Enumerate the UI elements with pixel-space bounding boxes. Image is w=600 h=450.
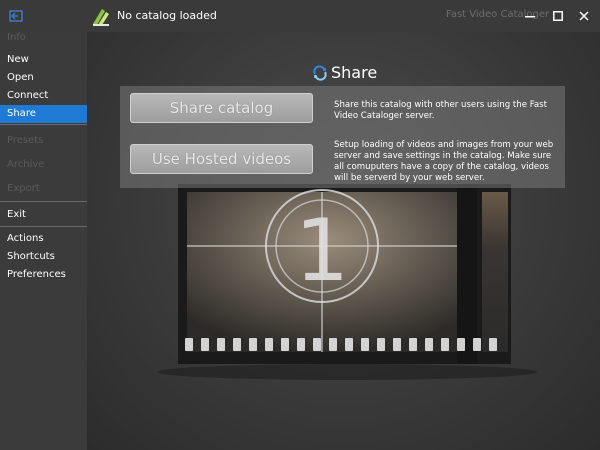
sidebar-item-share[interactable]: Share <box>0 105 87 123</box>
maximize-button[interactable] <box>548 6 568 26</box>
sidebar-item-shortcuts[interactable]: Shortcuts <box>0 248 87 266</box>
catalog-status: No catalog loaded <box>117 9 217 22</box>
page-title: Share <box>331 63 378 82</box>
back-arrow-icon <box>9 10 23 22</box>
sidebar-divider <box>0 201 87 202</box>
close-icon <box>579 11 589 21</box>
sidebar-item-exit[interactable]: Exit <box>0 206 87 224</box>
share-options-panel: Share catalog Share this catalog with ot… <box>120 86 565 188</box>
use-hosted-videos-button[interactable]: Use Hosted videos <box>130 144 313 174</box>
catalog-logo-icon <box>93 9 109 26</box>
share-heading: Share <box>312 63 377 82</box>
sidebar-divider <box>0 124 87 125</box>
sidebar: Info New Open Connect Share Presets Arch… <box>0 32 87 450</box>
sidebar-item-actions[interactable]: Actions <box>0 230 87 248</box>
title-bar: No catalog loaded Fast Video Cataloger <box>0 0 600 32</box>
countdown-number: 1 <box>295 201 350 301</box>
close-button[interactable] <box>574 6 594 26</box>
sidebar-item-open[interactable]: Open <box>0 69 87 87</box>
share-catalog-button[interactable]: Share catalog <box>130 93 313 123</box>
sidebar-item-export: Export <box>7 183 40 194</box>
sidebar-item-preferences[interactable]: Preferences <box>0 266 87 284</box>
share-catalog-description: Share this catalog with other users usin… <box>334 100 547 121</box>
share-page: 1 Share Share catalog Share this catalog… <box>87 32 600 450</box>
sidebar-item-new[interactable]: New <box>0 51 87 69</box>
sidebar-divider <box>0 226 87 227</box>
minimize-button[interactable] <box>520 6 540 26</box>
share-icon <box>313 64 327 81</box>
sidebar-item-presets: Presets <box>7 135 44 146</box>
minimize-icon <box>525 16 535 18</box>
maximize-icon <box>553 11 563 21</box>
sidebar-item-archive: Archive <box>7 159 45 170</box>
hosted-videos-description: Setup loading of videos and images from … <box>334 140 554 183</box>
sidebar-item-info: Info <box>7 32 26 43</box>
back-button[interactable] <box>0 0 32 32</box>
sidebar-item-connect[interactable]: Connect <box>0 87 87 105</box>
